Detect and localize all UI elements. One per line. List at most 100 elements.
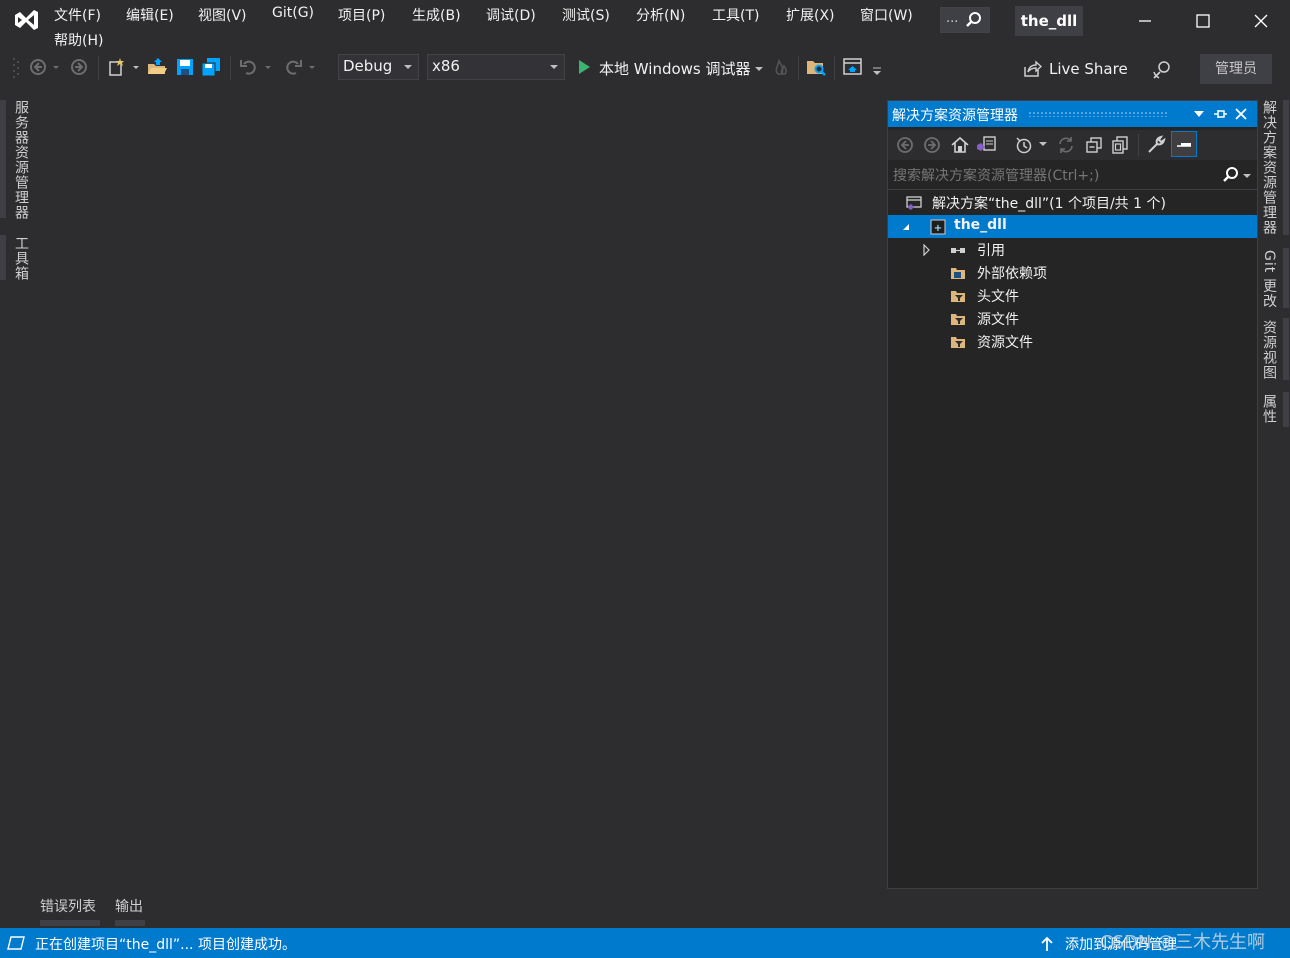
navigate-back-icon[interactable] [28, 56, 50, 78]
admin-badge[interactable]: 管理员 [1200, 54, 1272, 84]
share-icon [1024, 60, 1042, 77]
pending-changes-filter-icon[interactable] [1014, 135, 1034, 155]
references-icon [951, 248, 965, 253]
undo-dropdown-icon[interactable] [262, 56, 274, 78]
solution-icon [906, 196, 922, 210]
tree-item-label: 引用 [977, 243, 1005, 259]
title-grip [1028, 111, 1168, 117]
new-dropdown-icon[interactable] [130, 56, 142, 78]
menu-tools[interactable]: 工具(T) [712, 5, 759, 25]
undo-icon[interactable] [238, 56, 260, 78]
menu-analyze[interactable]: 分析(N) [636, 5, 685, 25]
solution-config-select[interactable]: Debug [338, 54, 419, 80]
menu-window[interactable]: 窗口(W) [860, 5, 913, 25]
switch-views-icon[interactable] [976, 135, 998, 155]
menu-debug[interactable]: 调试(D) [486, 5, 536, 25]
solution-explorer-search [888, 163, 1257, 190]
redo-dropdown-icon[interactable] [306, 56, 318, 78]
home-icon[interactable] [950, 135, 970, 155]
find-in-files-icon[interactable] [805, 56, 827, 78]
menu-git[interactable]: Git(G) [272, 5, 314, 21]
tree-item-external-dependencies[interactable]: 外部依赖项 [888, 261, 1257, 284]
expanded-arrow-icon[interactable] [902, 223, 910, 231]
menu-test[interactable]: 测试(S) [562, 5, 610, 25]
tree-item-solution[interactable]: 解决方案“the_dll”(1 个项目/共 1 个) [888, 191, 1257, 214]
filter-folder-icon [951, 314, 965, 325]
toolbar-separator [834, 56, 835, 80]
properties-wrench-icon[interactable] [1146, 135, 1166, 155]
tab-indicator [1283, 100, 1289, 235]
search-box[interactable]: ... [940, 7, 990, 33]
search-icon[interactable] [1222, 166, 1240, 184]
tree-item-header-files[interactable]: 头文件 [888, 284, 1257, 307]
menu-file[interactable]: 文件(F) [54, 5, 101, 25]
redo-icon[interactable] [282, 56, 304, 78]
menu-extensions[interactable]: 扩展(X) [786, 5, 835, 25]
feedback-icon[interactable] [1150, 58, 1174, 82]
solution-explorer-titlebar[interactable]: 解决方案资源管理器 [888, 101, 1257, 127]
toolbar-overflow-icon[interactable] [870, 56, 884, 78]
toolbar-separator [98, 56, 99, 80]
save-all-icon[interactable] [200, 56, 222, 78]
tab-error-list[interactable]: 错误列表 [40, 896, 96, 916]
platform-value: x86 [432, 57, 460, 75]
back-dropdown-icon[interactable] [50, 56, 62, 78]
sync-icon[interactable] [1056, 135, 1076, 155]
window-title: the_dll [1015, 6, 1083, 36]
tab-server-explorer[interactable]: 服务器资源管理器 [11, 100, 31, 220]
tree-item-source-files[interactable]: 源文件 [888, 307, 1257, 330]
tab-git-changes[interactable]: Git 更改 [1259, 250, 1279, 309]
filter-dropdown-icon[interactable] [1038, 138, 1048, 150]
tree-item-references[interactable]: 引用 [888, 238, 1257, 261]
forward-icon[interactable] [923, 136, 941, 154]
cpp-project-icon: + [930, 219, 946, 235]
show-all-files-icon[interactable] [1110, 135, 1130, 155]
tree-item-resource-files[interactable]: 资源文件 [888, 330, 1257, 353]
tab-solution-explorer[interactable]: 解决方案资源管理器 [1259, 100, 1279, 235]
minimize-icon[interactable] [1130, 8, 1160, 34]
visual-studio-logo-icon[interactable] [12, 6, 40, 34]
tab-indicator [1283, 248, 1289, 308]
tree-item-project[interactable]: + the_dll [888, 215, 1257, 238]
platform-select[interactable]: x86 [427, 54, 565, 80]
new-project-icon[interactable] [106, 56, 128, 78]
close-icon[interactable] [1246, 8, 1276, 34]
pin-icon[interactable] [1212, 107, 1228, 121]
solution-search-input[interactable] [888, 163, 1225, 189]
tab-properties[interactable]: 属性 [1259, 394, 1279, 424]
navigate-forward-icon[interactable] [68, 56, 90, 78]
browser-link-icon[interactable] [842, 56, 864, 78]
back-icon[interactable] [896, 136, 914, 154]
tab-indicator [1283, 392, 1289, 427]
preview-selected-items-button[interactable] [1171, 131, 1197, 157]
search-options-dropdown-icon[interactable] [1242, 171, 1252, 181]
tab-output[interactable]: 输出 [115, 896, 143, 916]
menu-edit[interactable]: 编辑(E) [126, 5, 174, 25]
menu-help[interactable]: 帮助(H) [54, 30, 103, 50]
filter-folder-icon [951, 291, 965, 302]
start-debugger-button[interactable]: 本地 Windows 调试器 [574, 54, 766, 82]
tab-resource-view[interactable]: 资源视图 [1259, 320, 1279, 380]
svg-text:+: + [934, 223, 942, 234]
tree-item-label: 源文件 [977, 312, 1019, 328]
window-menu-icon[interactable] [1192, 108, 1206, 120]
main-toolbar: Debug x86 本地 Windows 调试器 Live Share 管理员 [0, 52, 1290, 84]
maximize-icon[interactable] [1188, 8, 1218, 34]
tree-item-label: the_dll [954, 217, 1007, 233]
menu-view[interactable]: 视图(V) [198, 5, 247, 25]
tab-toolbox[interactable]: 工具箱 [11, 236, 31, 281]
tab-indicator [0, 100, 6, 218]
chevron-down-icon [755, 67, 763, 71]
tree-item-label: 解决方案“the_dll”(1 个项目/共 1 个) [932, 196, 1166, 212]
open-file-icon[interactable] [146, 56, 168, 78]
toolbar-grip-icon[interactable] [12, 56, 20, 80]
menu-project[interactable]: 项目(P) [338, 5, 385, 25]
save-icon[interactable] [174, 56, 196, 78]
close-icon[interactable] [1234, 107, 1248, 121]
toolbar-separator [798, 56, 799, 80]
collapsed-arrow-icon[interactable] [923, 244, 931, 256]
hot-reload-icon[interactable] [770, 56, 792, 78]
live-share-button[interactable]: Live Share [1020, 54, 1130, 82]
collapse-all-icon[interactable] [1084, 135, 1104, 155]
menu-build[interactable]: 生成(B) [412, 5, 461, 25]
